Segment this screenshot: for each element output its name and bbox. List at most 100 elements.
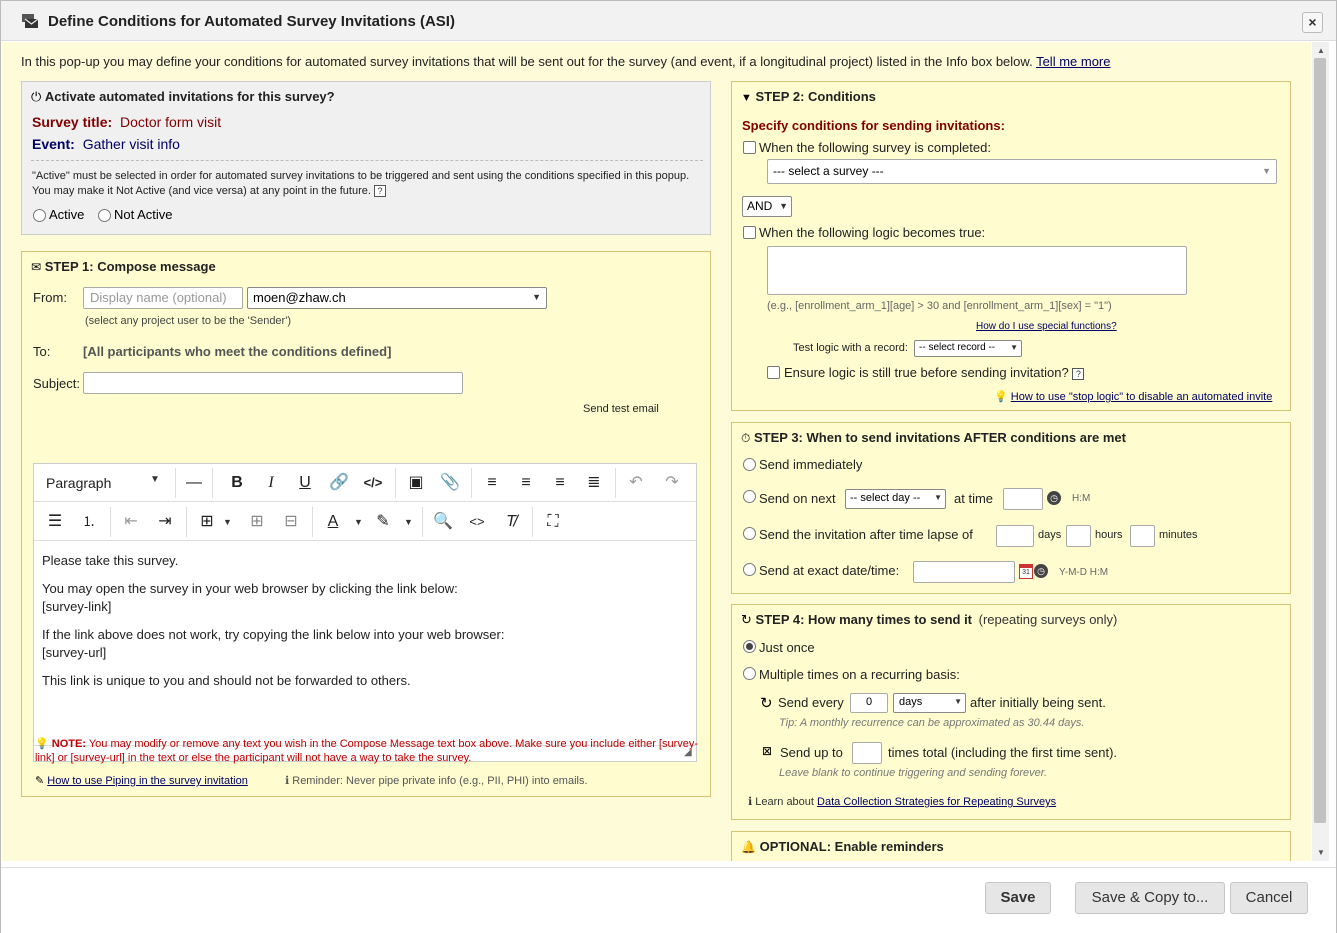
send-immediately-radio[interactable] xyxy=(743,458,756,471)
day-select[interactable]: -- select day -- ▼ xyxy=(845,489,946,509)
send-every-input[interactable]: 0 xyxy=(850,693,888,713)
redo-icon[interactable]: ↷ xyxy=(659,470,685,496)
attachment-icon[interactable]: 📎 xyxy=(437,470,463,496)
exact-datetime-input[interactable] xyxy=(913,561,1015,583)
bell-icon: 🔔 xyxy=(741,840,756,854)
italic-icon[interactable]: I xyxy=(258,470,284,496)
align-center-icon[interactable]: ≡ xyxy=(513,470,539,496)
undo-icon[interactable]: ↶ xyxy=(623,470,649,496)
subject-input[interactable] xyxy=(83,372,463,394)
editor-body[interactable]: Please take this survey. You may open th… xyxy=(42,552,682,700)
numbered-list-icon[interactable]: ⒈ xyxy=(76,509,102,535)
cancel-button[interactable]: Cancel xyxy=(1230,882,1308,914)
chevron-down-icon: ▼ xyxy=(1010,343,1018,352)
just-once-radio[interactable] xyxy=(743,640,756,653)
chevron-down-icon: ▼ xyxy=(1262,166,1271,176)
every-unit-select[interactable]: days ▼ xyxy=(893,693,966,713)
survey-title-value: Doctor form visit xyxy=(120,114,222,130)
bold-icon[interactable]: B xyxy=(224,470,250,496)
underline-icon[interactable]: U xyxy=(292,470,318,496)
active-radio[interactable] xyxy=(33,209,46,222)
chevron-down-icon: ▼ xyxy=(934,493,942,502)
lapse-days-input[interactable] xyxy=(996,525,1034,547)
lapse-minutes-input[interactable] xyxy=(1130,525,1155,547)
justify-icon[interactable]: ≣ xyxy=(581,470,607,496)
survey-completed-checkbox[interactable] xyxy=(743,141,756,154)
multiple-times-radio[interactable] xyxy=(743,667,756,680)
not-active-radio[interactable] xyxy=(98,209,111,222)
image-icon[interactable]: ▣ xyxy=(403,470,429,496)
help-icon[interactable]: ? xyxy=(1072,367,1085,380)
logic-textarea[interactable] xyxy=(767,246,1187,295)
send-on-next-radio[interactable] xyxy=(743,490,756,503)
table-cell-icon[interactable]: ⊞ xyxy=(244,509,270,535)
step2-heading: STEP 2: Conditions xyxy=(755,89,876,104)
help-icon[interactable]: ? xyxy=(374,185,386,198)
fullscreen-icon[interactable]: ⛶ xyxy=(540,509,566,535)
ensure-logic-checkbox[interactable] xyxy=(767,366,780,379)
strategies-link[interactable]: Data Collection Strategies for Repeating… xyxy=(817,796,1056,808)
piping-row: ✎ How to use Piping in the survey invita… xyxy=(35,774,248,787)
scroll-down-icon[interactable]: ▼ xyxy=(1317,848,1325,857)
text-color-icon[interactable]: A xyxy=(320,509,346,535)
content-scrollbar[interactable]: ▲ ▼ xyxy=(1312,42,1329,861)
link-icon[interactable]: 🔗 xyxy=(326,470,352,496)
align-left-icon[interactable]: ≡ xyxy=(479,470,505,496)
times-total-label: times total (including the first time se… xyxy=(888,745,1118,760)
exact-date-radio[interactable] xyxy=(743,563,756,576)
tell-me-more-link[interactable]: Tell me more xyxy=(1036,54,1110,69)
display-name-input[interactable]: Display name (optional) xyxy=(83,287,243,309)
paragraph-select[interactable]: Paragraph xyxy=(46,475,111,491)
chevron-down-icon[interactable]: ▼ xyxy=(404,517,413,527)
scroll-up-icon[interactable]: ▲ xyxy=(1317,46,1325,55)
close-button[interactable]: × xyxy=(1302,12,1323,33)
send-immediately-label: Send immediately xyxy=(759,457,863,472)
survey-invite-icon xyxy=(22,14,39,28)
survey-completed-label: When the following survey is completed: xyxy=(759,140,991,155)
lapse-hours-input[interactable] xyxy=(1066,525,1091,547)
save-button[interactable]: Save xyxy=(985,882,1051,914)
bullet-list-icon[interactable]: ☰ xyxy=(42,509,68,535)
logic-true-checkbox[interactable] xyxy=(743,226,756,239)
chevron-down-icon[interactable]: ▼ xyxy=(354,517,363,527)
from-email-select[interactable]: moen@zhaw.ch ▼ xyxy=(247,287,547,309)
time-lapse-radio[interactable] xyxy=(743,527,756,540)
clear-format-icon[interactable]: T̸ xyxy=(498,509,524,535)
stop-logic-link[interactable]: How to use "stop logic" to disable an au… xyxy=(1011,391,1273,403)
highlight-icon[interactable]: ✎ xyxy=(370,509,396,535)
chevron-down-icon[interactable]: ▼ xyxy=(223,517,232,527)
day-select-value: -- select day -- xyxy=(850,492,921,504)
step4-heading-row: ↻ STEP 4: How many times to send it (rep… xyxy=(741,612,1117,628)
source-code-icon[interactable]: <> xyxy=(464,509,490,535)
body-line: If the link above does not work, try cop… xyxy=(42,627,505,642)
time-input[interactable] xyxy=(1003,488,1043,510)
piping-link[interactable]: How to use Piping in the survey invitati… xyxy=(47,775,248,787)
save-copy-button[interactable]: Save & Copy to... xyxy=(1075,882,1225,914)
stop-logic-row: 💡 How to use "stop logic" to disable an … xyxy=(994,390,1272,403)
learn-about-row: ℹ Learn about Data Collection Strategies… xyxy=(748,795,1056,808)
search-icon[interactable]: 🔍 xyxy=(430,509,456,535)
align-right-icon[interactable]: ≡ xyxy=(547,470,573,496)
learn-about-label: Learn about xyxy=(755,796,814,808)
horizontal-line-icon[interactable]: — xyxy=(181,470,207,496)
chevron-down-icon[interactable]: ▼ xyxy=(150,474,160,485)
clock-icon[interactable]: ◷ xyxy=(1047,491,1061,505)
send-test-email-link[interactable]: Send test email xyxy=(583,403,659,415)
survey-select[interactable]: --- select a survey --- ▼ xyxy=(767,159,1277,184)
code-icon[interactable]: </> xyxy=(360,470,386,496)
lightbulb-icon: 💡 xyxy=(994,391,1008,403)
calendar-icon[interactable]: 31 xyxy=(1019,564,1033,579)
table-merge-icon[interactable]: ⊟ xyxy=(278,509,304,535)
scrollbar-thumb[interactable] xyxy=(1314,58,1326,823)
send-up-to-input[interactable] xyxy=(852,742,882,764)
record-select[interactable]: -- select record -- ▼ xyxy=(914,340,1022,357)
minutes-label: minutes xyxy=(1159,529,1198,541)
and-or-select[interactable]: AND ▼ xyxy=(742,196,792,217)
indent-icon[interactable]: ⇥ xyxy=(152,509,178,535)
outdent-icon[interactable]: ⇤ xyxy=(118,509,144,535)
clock-icon[interactable]: ◷ xyxy=(1034,564,1048,578)
repeat-icon: ↻ xyxy=(760,695,773,712)
table-icon[interactable]: ⊞ xyxy=(194,509,220,535)
special-functions-link[interactable]: How do I use special functions? xyxy=(976,321,1117,332)
toolbar-separator xyxy=(615,468,616,498)
